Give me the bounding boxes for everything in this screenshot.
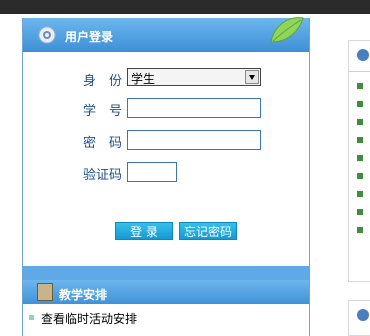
circle-icon bbox=[357, 49, 369, 61]
captcha-label: 验证码 bbox=[83, 168, 123, 183]
login-header: 用户登录 bbox=[23, 17, 309, 52]
dropdown-arrow-icon[interactable] bbox=[245, 70, 259, 84]
captcha-input[interactable] bbox=[127, 162, 177, 182]
forgot-password-button[interactable]: 忘记密码 bbox=[179, 222, 237, 240]
right-panel-lower bbox=[348, 300, 370, 336]
book-icon bbox=[37, 283, 53, 301]
identity-label: 身 份 bbox=[83, 74, 123, 89]
student-id-label: 学 号 bbox=[83, 104, 123, 119]
bullet-icon bbox=[357, 209, 363, 215]
identity-value: 学生 bbox=[131, 72, 156, 86]
bullet-icon bbox=[357, 119, 363, 125]
bullet-icon bbox=[357, 191, 363, 197]
login-button[interactable]: 登 录 bbox=[115, 222, 173, 240]
login-form: 身 份 学生 学 号 密 码 验证码 登 录 忘记密码 bbox=[23, 52, 309, 284]
news-link[interactable]: 查看临时活动安排 bbox=[41, 310, 137, 327]
top-bar bbox=[0, 0, 370, 14]
bullet-icon bbox=[357, 173, 363, 179]
password-input[interactable] bbox=[127, 130, 261, 150]
bullet-icon bbox=[357, 227, 363, 233]
bullet-icon bbox=[357, 137, 363, 143]
login-title: 用户登录 bbox=[65, 30, 114, 44]
leaf-icon bbox=[270, 17, 304, 43]
password-label: 密 码 bbox=[83, 136, 123, 151]
login-panel: 用户登录 身 份 学生 学 号 密 码 验证码 登 录 忘记密码 教学安排 查看… bbox=[22, 17, 310, 336]
bullet-icon bbox=[357, 101, 363, 107]
bullet-icon bbox=[357, 155, 363, 161]
right-panel bbox=[348, 40, 370, 282]
identity-select[interactable]: 学生 bbox=[127, 68, 261, 86]
student-id-input[interactable] bbox=[127, 98, 261, 118]
teaching-header: 教学安排 bbox=[23, 280, 309, 304]
gear-icon bbox=[38, 26, 56, 44]
bullet-icon bbox=[357, 83, 363, 89]
teaching-title: 教学安排 bbox=[59, 288, 108, 302]
circle-icon bbox=[357, 309, 369, 321]
